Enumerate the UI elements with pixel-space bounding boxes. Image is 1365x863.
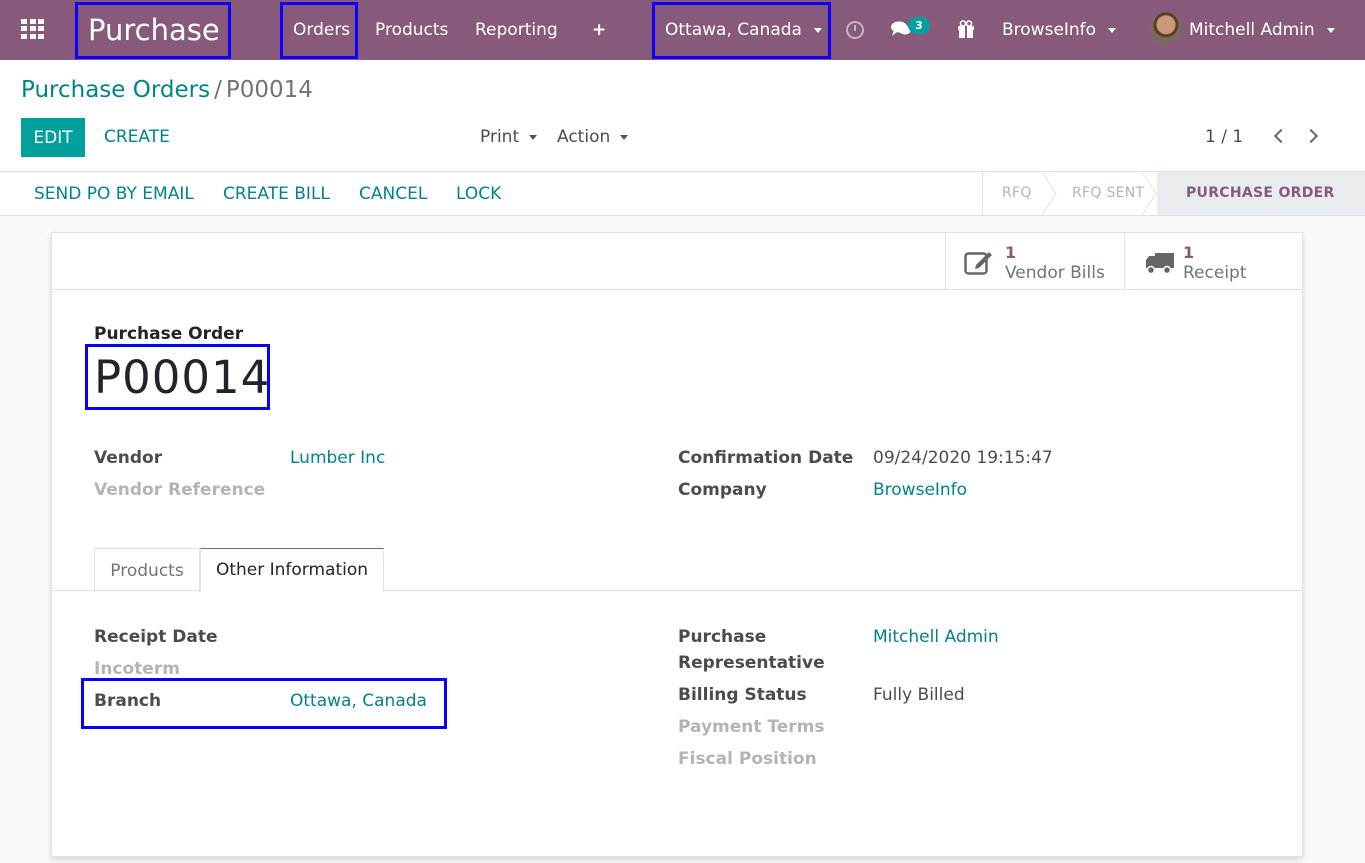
chevron-left-icon[interactable] <box>1273 128 1289 144</box>
stage-rfq-sent[interactable]: RFQ SENT <box>1072 185 1144 201</box>
action-dropdown[interactable]: Action <box>557 127 629 147</box>
purchase-representative-label-line2: Representative <box>678 653 825 673</box>
form-sheet: 1 Vendor Bills 1 Receipt Purchase Order … <box>51 232 1303 857</box>
fiscal-position-label: Fiscal Position <box>678 749 817 769</box>
vendor-bills-label: Vendor Bills <box>1005 263 1105 283</box>
breadcrumb-separator: / <box>214 77 222 103</box>
print-label: Print <box>480 127 520 147</box>
vendor-bills-smart-button[interactable]: 1 Vendor Bills <box>945 233 1125 290</box>
app-brand[interactable]: Purchase <box>88 0 220 60</box>
vendor-link[interactable]: Lumber Inc <box>290 448 385 468</box>
status-bar: SEND PO BY EMAIL CREATE BILL CANCEL LOCK… <box>0 172 1365 216</box>
vendor-bills-count: 1 <box>1005 243 1017 262</box>
truck-icon <box>1146 253 1174 275</box>
apps-grid-icon[interactable] <box>21 19 44 39</box>
company-switcher[interactable]: BrowseInfo <box>1002 0 1117 60</box>
receipt-label: Receipt <box>1183 263 1247 283</box>
receipt-date-label: Receipt Date <box>94 627 218 647</box>
breadcrumb: Purchase Orders / P00014 <box>21 77 313 103</box>
menu-orders[interactable]: Orders <box>293 0 350 60</box>
action-label: Action <box>557 127 611 147</box>
billing-status-value: Fully Billed <box>873 685 965 705</box>
stage-rfq[interactable]: RFQ <box>1002 185 1032 201</box>
cancel-button[interactable]: CANCEL <box>359 184 427 204</box>
notebook-tabs: Products Other Information <box>52 548 1302 592</box>
purchase-representative-label-line1: Purchase <box>678 627 767 647</box>
chevron-right-icon[interactable] <box>1303 128 1319 144</box>
menu-products[interactable]: Products <box>375 0 448 60</box>
stage-purchase-order[interactable]: PURCHASE ORDER <box>1186 185 1335 201</box>
confirmation-date-value: 09/24/2020 19:15:47 <box>873 448 1053 468</box>
confirmation-date-label: Confirmation Date <box>678 448 854 468</box>
purchase-representative-link[interactable]: Mitchell Admin <box>873 627 999 647</box>
tab-products[interactable]: Products <box>94 548 200 592</box>
branch-switcher-label: Ottawa, Canada <box>665 20 802 40</box>
caret-down-icon <box>1326 27 1335 33</box>
caret-down-icon <box>813 27 822 33</box>
payment-terms-label: Payment Terms <box>678 717 825 737</box>
company-link[interactable]: BrowseInfo <box>873 480 967 500</box>
control-panel: Purchase Orders / P00014 EDIT CREATE Print… <box>0 60 1365 172</box>
caret-down-icon <box>529 134 538 140</box>
billing-status-label: Billing Status <box>678 685 807 705</box>
branch-label: Branch <box>94 691 162 711</box>
chat-count-badge: 3 <box>908 17 930 34</box>
print-dropdown[interactable]: Print <box>480 127 538 147</box>
form-title-label: Purchase Order <box>94 324 244 344</box>
top-navbar: Purchase Orders Products Reporting + Ott… <box>0 0 1365 60</box>
stage-arrow-separator <box>1042 172 1057 215</box>
company-switcher-label: BrowseInfo <box>1002 20 1097 40</box>
create-button[interactable]: CREATE <box>104 127 170 147</box>
avatar[interactable] <box>1150 12 1182 44</box>
tab-other-information[interactable]: Other Information <box>200 548 384 592</box>
gift-icon[interactable] <box>957 20 975 38</box>
lock-button[interactable]: LOCK <box>456 184 501 204</box>
pencil-square-icon <box>964 252 992 275</box>
receipt-smart-button[interactable]: 1 Receipt <box>1124 233 1304 290</box>
pager-value[interactable]: 1 / 1 <box>1205 127 1243 147</box>
branch-switcher[interactable]: Ottawa, Canada <box>665 0 822 60</box>
user-name: Mitchell Admin <box>1189 20 1315 40</box>
smart-button-box: 1 Vendor Bills 1 Receipt <box>52 233 1302 290</box>
caret-down-icon <box>1108 27 1117 33</box>
caret-down-icon <box>620 134 629 140</box>
order-reference: P00014 <box>94 351 271 404</box>
breadcrumb-parent[interactable]: Purchase Orders <box>21 77 210 103</box>
vendor-label: Vendor <box>94 448 163 468</box>
breadcrumb-current: P00014 <box>225 77 313 103</box>
stage-bar <box>982 172 983 215</box>
branch-link[interactable]: Ottawa, Canada <box>290 691 427 711</box>
send-po-email-button[interactable]: SEND PO BY EMAIL <box>34 184 194 204</box>
create-bill-button[interactable]: CREATE BILL <box>223 184 330 204</box>
edit-button[interactable]: EDIT <box>21 118 85 157</box>
plus-icon[interactable]: + <box>592 0 606 60</box>
clock-icon[interactable] <box>846 21 864 39</box>
incoterm-label: Incoterm <box>94 659 180 679</box>
user-menu[interactable]: Mitchell Admin <box>1189 0 1335 60</box>
menu-reporting[interactable]: Reporting <box>475 0 558 60</box>
vendor-reference-label: Vendor Reference <box>94 480 266 500</box>
company-label: Company <box>678 480 767 500</box>
stage-arrow-separator <box>1142 172 1157 215</box>
receipt-count: 1 <box>1183 243 1195 262</box>
